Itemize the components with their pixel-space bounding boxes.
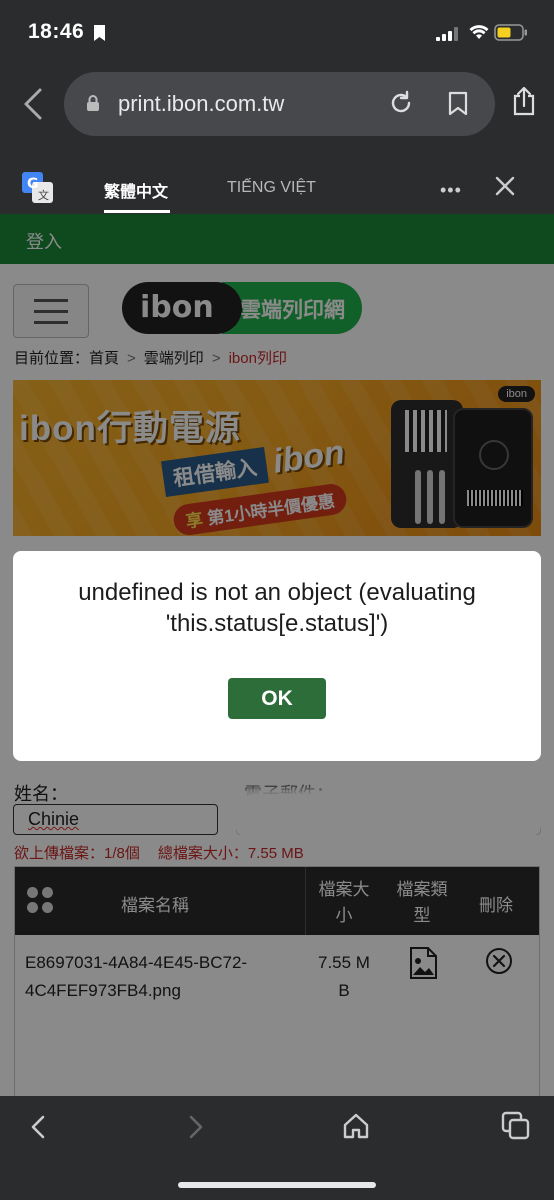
battery-icon [494, 24, 527, 41]
svg-text:G: G [27, 176, 39, 192]
signal-icon [436, 27, 458, 41]
tabs-icon[interactable] [500, 1110, 532, 1142]
forward-icon[interactable] [184, 1112, 208, 1142]
back-icon[interactable] [18, 86, 48, 122]
alert-message: undefined is not an object (evaluating't… [78, 579, 476, 637]
selected-tab-indicator [104, 210, 170, 213]
address-bar[interactable]: print.ibon.com.tw [64, 72, 495, 136]
lock-icon [87, 95, 99, 111]
svg-text:文: 文 [38, 188, 49, 202]
more-options-icon[interactable]: ••• [440, 180, 462, 201]
url-text: print.ibon.com.tw [118, 91, 285, 116]
reload-icon[interactable] [388, 90, 414, 116]
alert-dialog: undefined is not an object (evaluating't… [13, 551, 541, 761]
tab-vietnamese[interactable]: TIẾNG VIỆT [227, 179, 316, 197]
home-indicator [178, 1182, 376, 1188]
ok-button[interactable]: OK [228, 678, 326, 719]
share-icon[interactable] [512, 86, 536, 116]
translate-bar: G 文 繁體中文 TIẾNG VIỆT ••• [0, 154, 554, 214]
google-translate-icon[interactable]: G 文 [22, 172, 53, 203]
tab-traditional-chinese[interactable]: 繁體中文 [104, 178, 168, 202]
wifi-icon [469, 25, 489, 39]
bookmark-icon [94, 25, 105, 41]
bottom-toolbar [0, 1096, 554, 1200]
status-bar: 18:46 [0, 0, 554, 64]
bookmark-icon[interactable] [448, 91, 468, 116]
clock: 18:46 [28, 20, 85, 43]
close-icon[interactable] [494, 175, 516, 197]
home-icon[interactable] [342, 1112, 370, 1140]
browser-toolbar: print.ibon.com.tw [0, 64, 554, 154]
back-icon[interactable] [26, 1112, 50, 1142]
